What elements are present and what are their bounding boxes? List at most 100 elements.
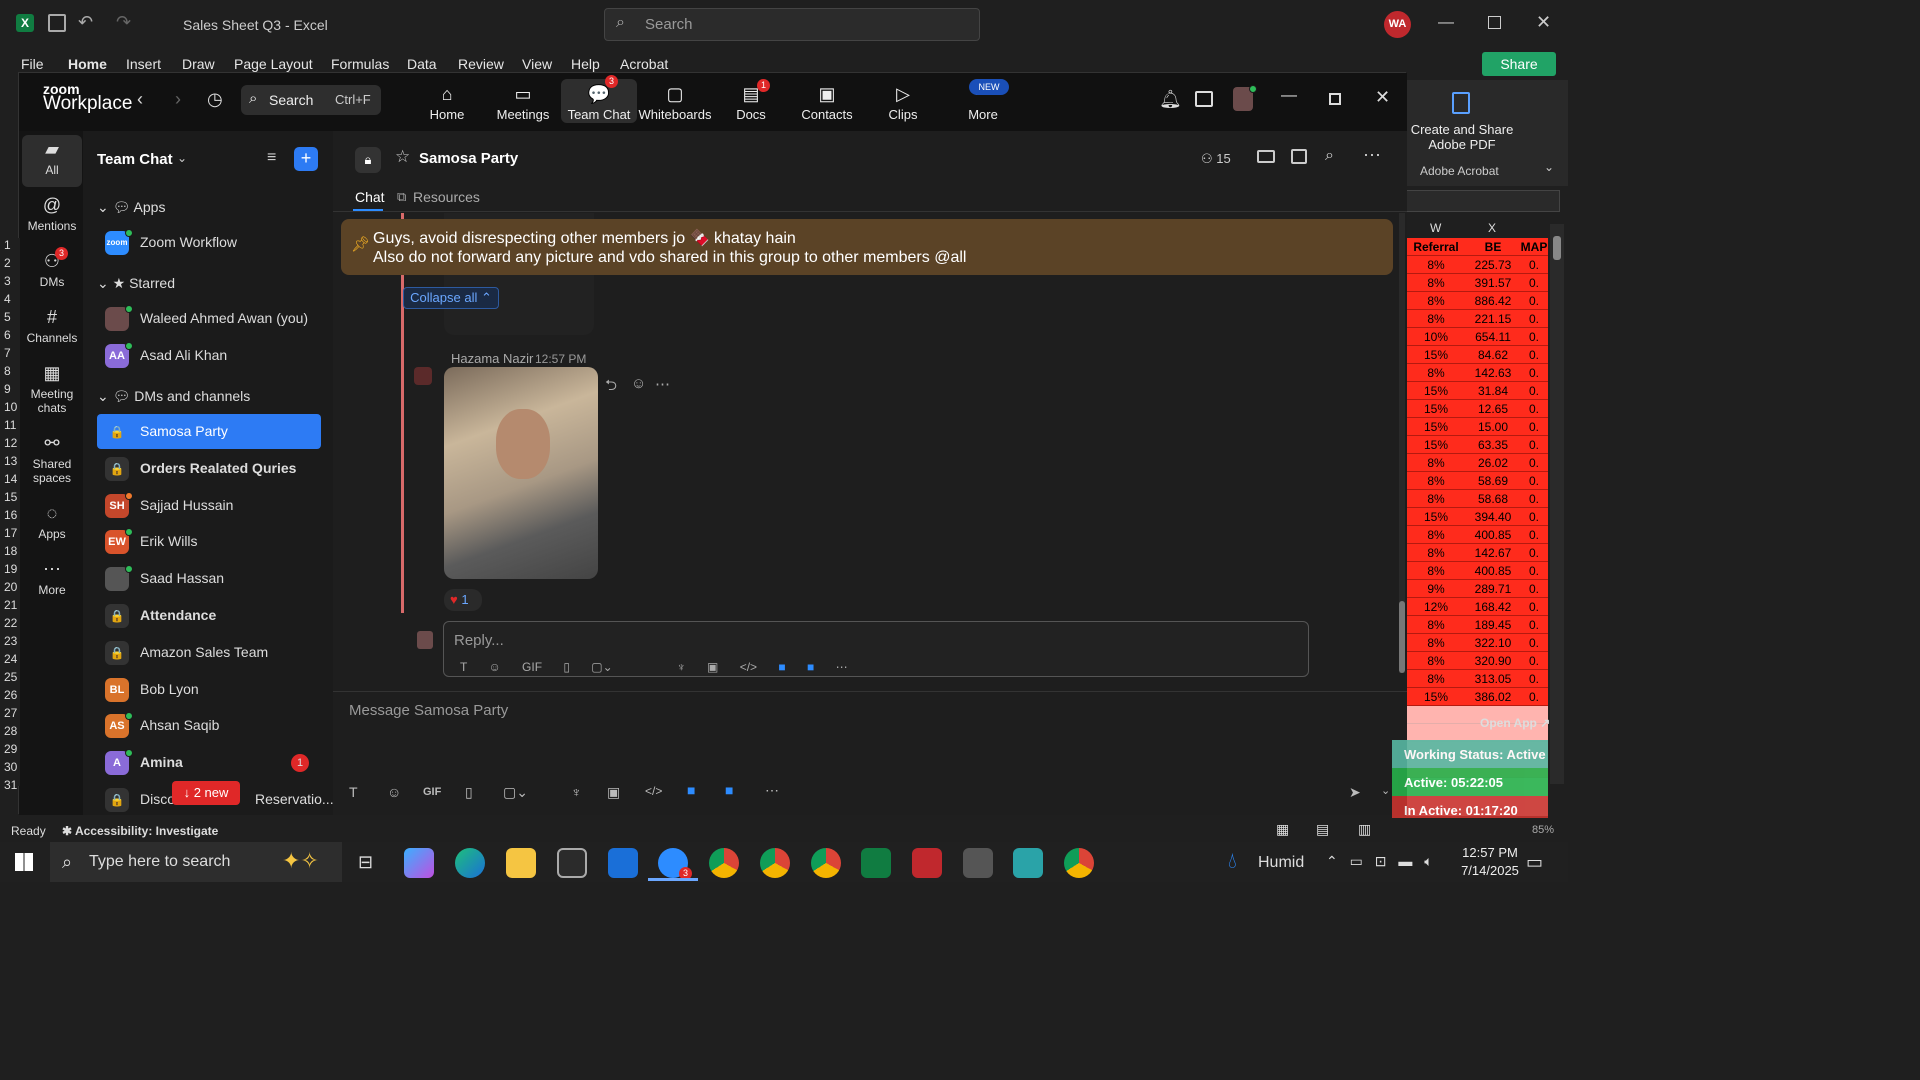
page-break-icon[interactable]: ▥ xyxy=(1358,821,1371,838)
left-nav-more[interactable]: ⋯ More xyxy=(21,559,83,597)
row-number[interactable]: 15 xyxy=(4,490,17,504)
table-cell[interactable]: 8% xyxy=(1406,294,1466,308)
redo-icon[interactable]: ↷ xyxy=(116,12,131,33)
forward-icon[interactable]: › xyxy=(175,89,181,110)
table-row[interactable]: 8% 26.02 0. xyxy=(1406,454,1548,472)
left-nav-dms[interactable]: ⚇ DMs xyxy=(21,251,83,289)
excel-taskbar-icon[interactable] xyxy=(861,848,891,878)
video-clip-icon[interactable]: ▣ xyxy=(607,784,620,801)
table-cell[interactable]: 12% xyxy=(1406,600,1466,614)
table-cell[interactable]: 0. xyxy=(1520,438,1548,452)
weather-label[interactable]: Humid xyxy=(1258,854,1304,872)
clock-time[interactable]: 12:57 PM xyxy=(1460,845,1520,860)
list-item[interactable]: Saad Hassan xyxy=(97,561,321,596)
row-number[interactable]: 11 xyxy=(4,418,16,432)
microphone-icon[interactable]: ♆ xyxy=(571,784,582,800)
table-cell[interactable]: 0. xyxy=(1520,600,1548,614)
pinned-message[interactable]: 📌︎ Guys, avoid disrespecting other membe… xyxy=(341,219,1393,275)
row-number[interactable]: 12 xyxy=(4,436,17,450)
table-cell[interactable]: 168.42 xyxy=(1466,600,1520,614)
table-cell[interactable]: 0. xyxy=(1520,276,1548,290)
tab-acrobat[interactable]: Acrobat xyxy=(620,56,668,72)
header-be[interactable]: BE xyxy=(1466,240,1520,254)
table-row[interactable]: 8% 58.68 0. xyxy=(1406,490,1548,508)
section-apps[interactable]: ⌄ 💬︎ Apps xyxy=(97,199,165,216)
table-cell[interactable]: 15% xyxy=(1406,510,1466,524)
gif-icon[interactable]: GIF xyxy=(423,786,441,798)
table-cell[interactable]: 15% xyxy=(1406,420,1466,434)
table-cell[interactable]: 8% xyxy=(1406,564,1466,578)
search-icon[interactable]: ⌕ xyxy=(1325,147,1334,165)
left-nav-shared-spaces[interactable]: ⚯ Shared spaces xyxy=(21,433,83,485)
row-number[interactable]: 18 xyxy=(4,544,17,558)
nav-home[interactable]: ⌂ Home xyxy=(409,83,485,122)
table-row[interactable]: 8% 400.85 0. xyxy=(1406,526,1548,544)
minimize-icon[interactable]: — xyxy=(1438,14,1454,32)
task-view-icon[interactable]: ⊟ xyxy=(358,852,373,873)
tab-view[interactable]: View xyxy=(522,56,552,72)
app-icon-1[interactable]: ■ xyxy=(687,782,695,798)
outlook-icon[interactable] xyxy=(608,848,638,878)
nav-whiteboards[interactable]: ▢ Whiteboards xyxy=(637,83,713,122)
table-cell[interactable]: 886.42 xyxy=(1466,294,1520,308)
zoom-app-icon[interactable]: 3 xyxy=(658,848,692,880)
tab-page-layout[interactable]: Page Layout xyxy=(234,56,313,72)
edge-icon[interactable] xyxy=(455,848,485,878)
row-number[interactable]: 22 xyxy=(4,616,17,630)
table-cell[interactable]: 394.40 xyxy=(1466,510,1520,524)
table-cell[interactable]: 400.85 xyxy=(1466,564,1520,578)
left-nav-all[interactable]: ▰ All xyxy=(21,139,83,177)
table-cell[interactable]: 189.45 xyxy=(1466,618,1520,632)
profile-avatar[interactable] xyxy=(1233,85,1257,111)
table-cell[interactable]: 8% xyxy=(1406,276,1466,290)
zoom-search-input[interactable]: ⌕ Search Ctrl+F xyxy=(241,85,381,115)
table-row[interactable]: 8% 142.63 0. xyxy=(1406,364,1548,382)
table-cell[interactable]: 0. xyxy=(1520,402,1548,416)
table-cell[interactable]: 0. xyxy=(1520,348,1548,362)
store-icon[interactable] xyxy=(557,848,587,878)
table-row[interactable]: 8% 400.85 0. xyxy=(1406,562,1548,580)
table-cell[interactable]: 0. xyxy=(1520,636,1548,650)
list-item[interactable]: AA Asad Ali Khan xyxy=(97,338,321,373)
share-button[interactable]: Share xyxy=(1482,52,1556,76)
table-cell[interactable]: 0. xyxy=(1520,690,1548,704)
table-row[interactable]: 8% 320.90 0. xyxy=(1406,652,1548,670)
chevron-down-icon[interactable]: ⌄ xyxy=(177,151,187,165)
row-number[interactable]: 10 xyxy=(4,400,17,414)
tray-icons[interactable]: ⌃ ▭ ⊡ ▬ 🔈︎ xyxy=(1326,853,1433,870)
table-cell[interactable]: 58.69 xyxy=(1466,474,1520,488)
section-dms[interactable]: ⌄ 💬︎ DMs and channels xyxy=(97,388,250,405)
table-cell[interactable]: 8% xyxy=(1406,528,1466,542)
list-item[interactable]: 🔒 Amazon Sales Team xyxy=(97,635,321,670)
row-number[interactable]: 1 xyxy=(4,238,11,252)
table-cell[interactable]: 15% xyxy=(1406,402,1466,416)
table-cell[interactable]: 0. xyxy=(1520,546,1548,560)
table-cell[interactable]: 320.90 xyxy=(1466,654,1520,668)
table-cell[interactable]: 15.00 xyxy=(1466,420,1520,434)
row-number[interactable]: 26 xyxy=(4,688,17,702)
table-cell[interactable]: 221.15 xyxy=(1466,312,1520,326)
vertical-scrollbar[interactable] xyxy=(1550,224,1564,784)
nav-docs[interactable]: ▤ Docs 1 xyxy=(713,79,789,122)
row-number[interactable]: 6 xyxy=(4,328,11,342)
excel-search-input[interactable]: Search xyxy=(604,8,980,41)
left-nav-mentions[interactable]: @ Mentions xyxy=(21,195,83,233)
table-cell[interactable]: 63.35 xyxy=(1466,438,1520,452)
table-cell[interactable]: 8% xyxy=(1406,546,1466,560)
history-icon[interactable]: ◷ xyxy=(207,89,223,110)
table-cell[interactable]: 0. xyxy=(1520,528,1548,542)
table-cell[interactable]: 10% xyxy=(1406,330,1466,344)
screenshot-icon[interactable]: ▢⌄ xyxy=(503,784,528,801)
table-row[interactable]: 8% 225.73 0. xyxy=(1406,256,1548,274)
row-number[interactable]: 8 xyxy=(4,364,11,378)
column-letter-w[interactable]: W xyxy=(1430,221,1441,235)
file-explorer-icon[interactable] xyxy=(506,848,536,878)
chat-scrollbar[interactable] xyxy=(1399,213,1405,673)
chrome-icon-2[interactable] xyxy=(760,848,790,878)
column-letter-x[interactable]: X xyxy=(1488,221,1496,235)
table-cell[interactable]: 8% xyxy=(1406,366,1466,380)
row-number[interactable]: 4 xyxy=(4,292,11,306)
channel-title[interactable]: Samosa Party xyxy=(419,150,518,167)
table-cell[interactable]: 12.65 xyxy=(1466,402,1520,416)
table-cell[interactable]: 0. xyxy=(1520,258,1548,272)
